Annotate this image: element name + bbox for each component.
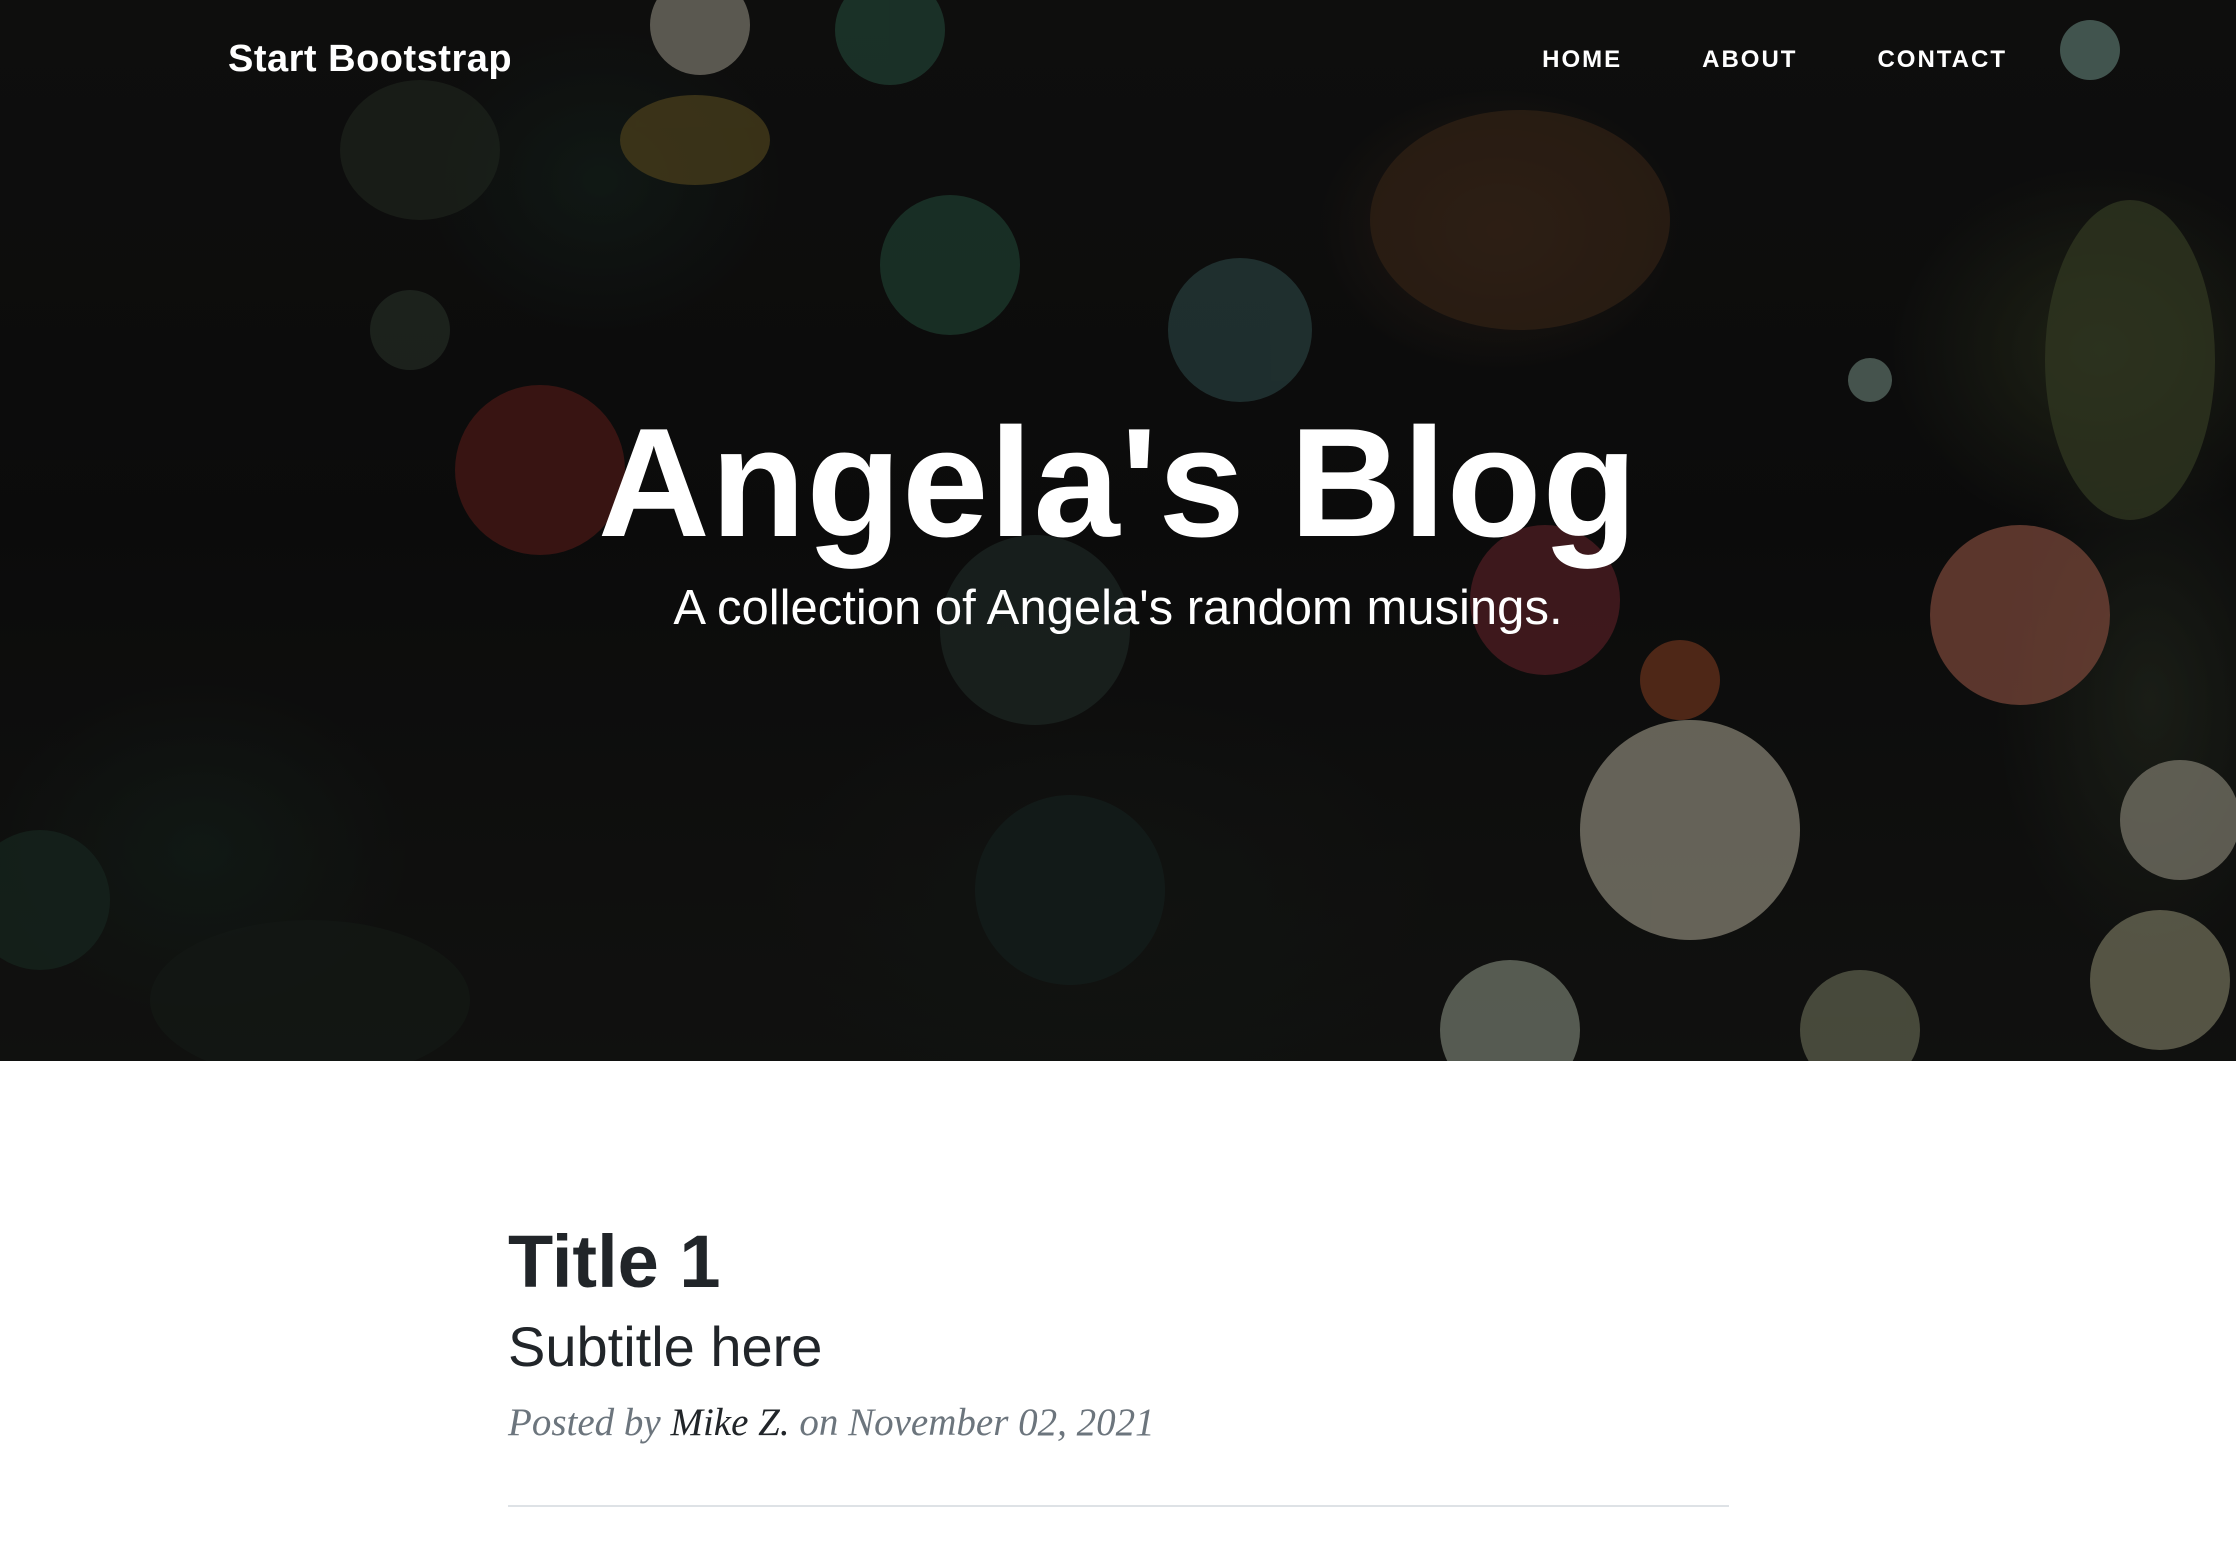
nav-link-home[interactable]: HOME <box>1542 46 1622 74</box>
site-subtitle: A collection of Angela's random musings. <box>673 581 1563 635</box>
post-author-link[interactable]: Mike Z. <box>670 1401 789 1444</box>
site-heading: Angela's Blog A collection of Angela's r… <box>0 405 2236 636</box>
post-divider <box>508 1504 1729 1507</box>
main-content: Title 1 Subtitle here Posted by Mike Z. … <box>508 1061 1729 1515</box>
nav-links: HOME ABOUT CONTACT <box>1462 46 2007 74</box>
post-meta-date: on November 02, 2021 <box>799 1400 1155 1444</box>
post-subtitle[interactable]: Subtitle here <box>508 1316 1729 1378</box>
post-title[interactable]: Title 1 <box>508 1222 1729 1302</box>
post-meta-prefix: Posted by <box>508 1400 661 1444</box>
nav-link-about[interactable]: ABOUT <box>1702 46 1797 74</box>
brand-link[interactable]: Start Bootstrap <box>228 38 512 81</box>
masthead-hero: Start Bootstrap HOME ABOUT CONTACT Angel… <box>0 0 2236 1061</box>
post-link[interactable]: Title 1 Subtitle here <box>508 1222 1729 1378</box>
post-preview: Title 1 Subtitle here Posted by Mike Z. … <box>508 1061 1729 1445</box>
post-meta: Posted by Mike Z. on November 02, 2021 <box>508 1400 1729 1445</box>
nav-link-contact[interactable]: CONTACT <box>1877 46 2007 74</box>
main-navbar: Start Bootstrap HOME ABOUT CONTACT <box>0 0 2236 126</box>
site-title: Angela's Blog <box>597 396 1639 569</box>
